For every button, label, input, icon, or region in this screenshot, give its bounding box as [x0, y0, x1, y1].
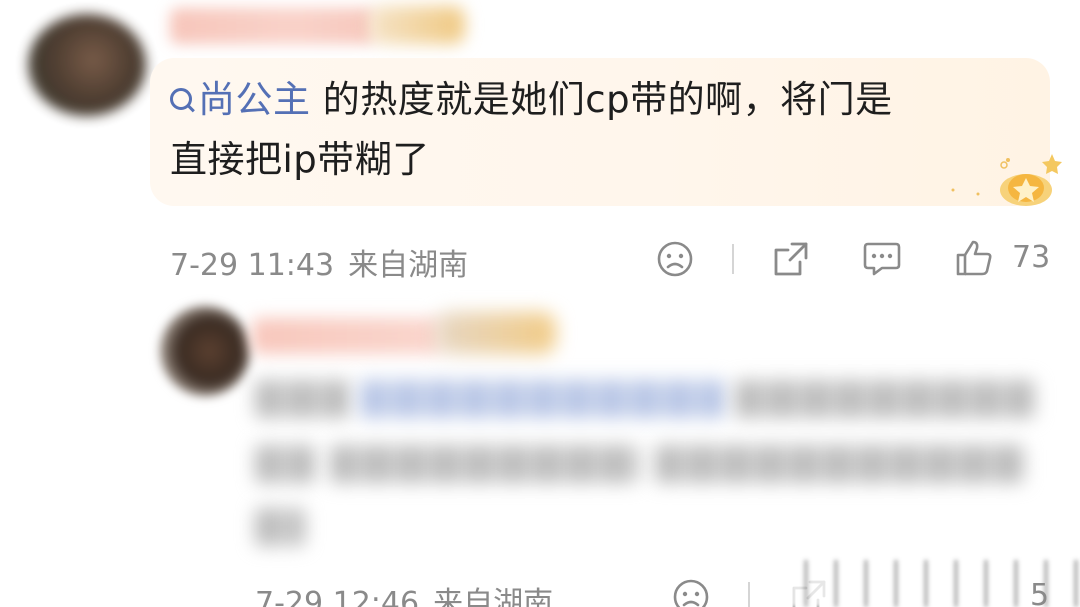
dislike-face-icon[interactable]: [656, 240, 694, 278]
reply-text-redacted: [655, 445, 1025, 483]
divider: [732, 244, 734, 274]
reply-avatar[interactable]: [160, 306, 250, 396]
avatar[interactable]: [28, 14, 146, 116]
comment-thread: 尚公主 的热度就是她们cp带的啊，将门是 直接把ip带糊了 7-29 11:43…: [0, 0, 1080, 607]
comment-location: 来自湖南: [348, 248, 469, 283]
reply-username-redacted[interactable]: [252, 318, 442, 354]
like-thumb-icon[interactable]: [954, 238, 994, 278]
dislike-face-icon[interactable]: [672, 578, 710, 607]
username-redacted[interactable]: [170, 8, 375, 44]
reply-location: 来自湖南: [433, 586, 554, 607]
reply-text-redacted: [255, 445, 315, 483]
comment-text-line1: 的热度就是她们cp带的啊，将门是: [310, 78, 893, 121]
share-icon[interactable]: [772, 240, 810, 278]
reply-text-redacted: [330, 445, 640, 483]
reply-like-count: 5: [1030, 578, 1050, 607]
comment-time: 7-29 11:43: [170, 248, 335, 283]
topic-link[interactable]: 尚公主: [170, 78, 311, 121]
reply-meta: 7-29 12:46 来自湖南: [255, 578, 553, 607]
comment-text: 尚公主 的热度就是她们cp带的啊，将门是 直接把ip带糊了: [170, 70, 1010, 190]
divider: [748, 582, 750, 607]
reply-time: 7-29 12:46: [255, 586, 420, 607]
reply-text-redacted: [735, 380, 1035, 418]
user-badge-redacted: [370, 6, 465, 44]
reply-text-redacted: [255, 508, 305, 546]
comment-meta: 7-29 11:43 来自湖南: [170, 240, 468, 284]
reply-text-redacted: [255, 380, 350, 418]
reply-badge-redacted: [436, 312, 556, 354]
like-count: 73: [1012, 240, 1051, 275]
topic-label: 尚公主: [198, 78, 311, 121]
comment-text-line2: 直接把ip带糊了: [170, 138, 430, 181]
search-icon: [170, 88, 192, 110]
reply-link-redacted[interactable]: [360, 380, 725, 418]
star-badge-icon: [951, 154, 1062, 206]
comment-icon[interactable]: [862, 240, 902, 278]
